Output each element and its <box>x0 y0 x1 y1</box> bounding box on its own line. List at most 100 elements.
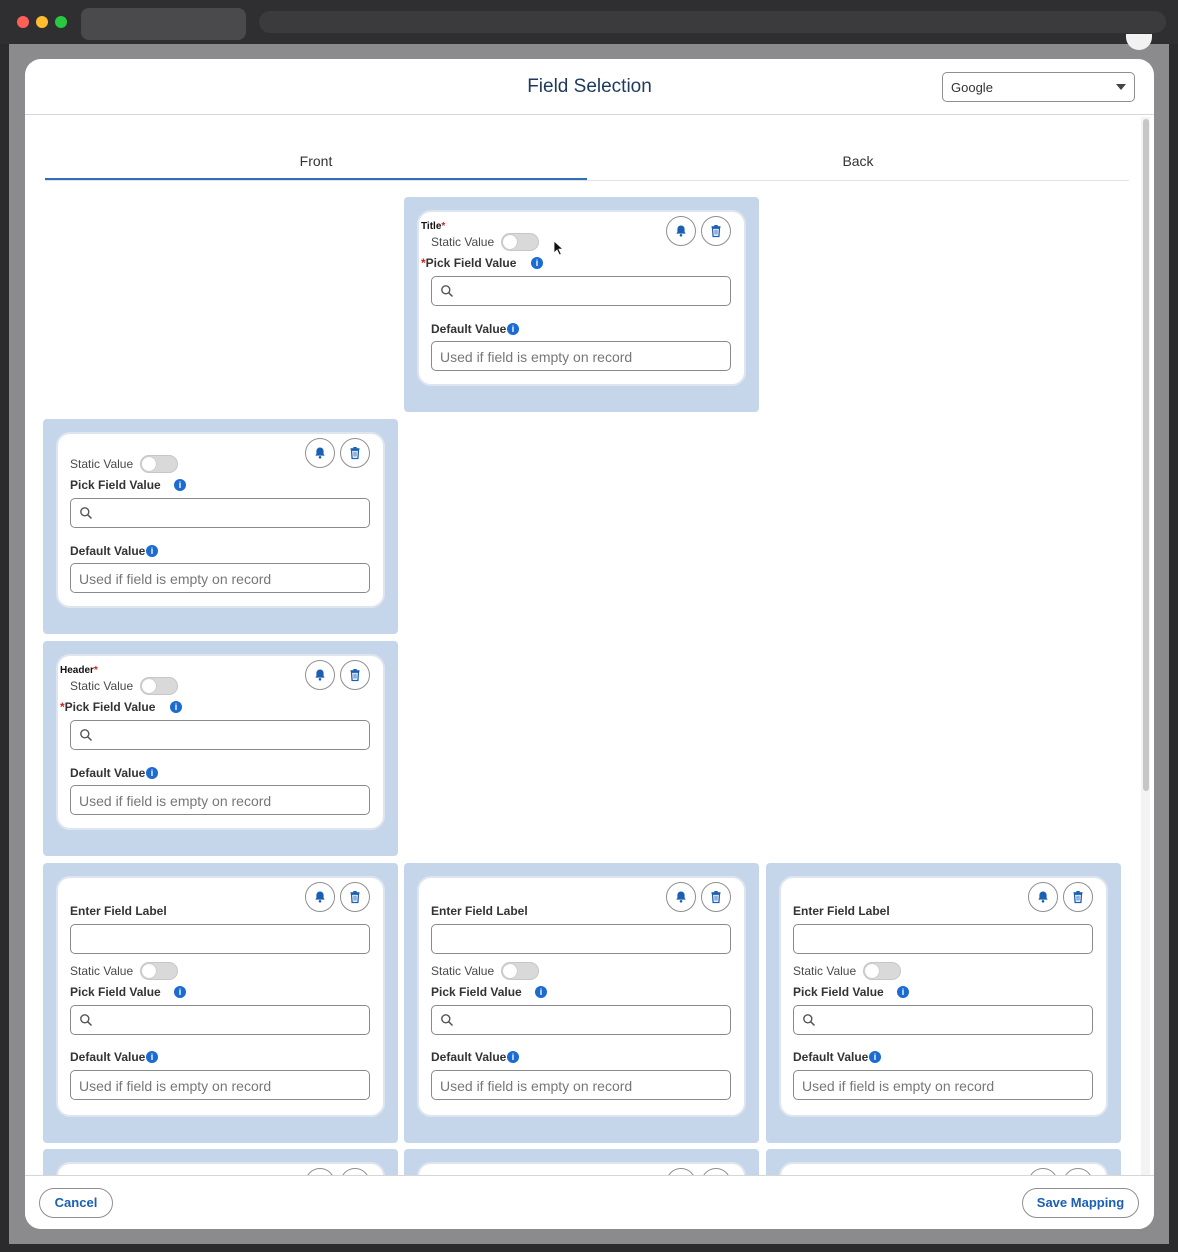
static-value-label: Static Value <box>431 964 495 978</box>
address-bar[interactable] <box>259 11 1166 33</box>
notify-button[interactable] <box>1028 882 1058 912</box>
info-icon[interactable]: i <box>869 1051 881 1063</box>
pick-field-label: Pick Field Value <box>431 985 522 999</box>
field-panel: Static Value Pick Field Value i Default Val… <box>43 419 398 634</box>
chevron-down-icon <box>1116 84 1126 90</box>
delete-button[interactable] <box>1063 882 1093 912</box>
tab-front[interactable]: Front <box>45 149 587 180</box>
custom-field-card: Enter Field Label Static Value Pick Field … <box>56 876 385 1117</box>
notify-button[interactable] <box>666 882 696 912</box>
field-card: Static Value Pick Field Value i Default Val… <box>56 432 385 608</box>
pick-field-search-input[interactable] <box>70 1005 370 1035</box>
browser-tab[interactable] <box>81 8 246 40</box>
cancel-button[interactable]: Cancel <box>39 1188 113 1218</box>
bell-icon <box>315 447 325 459</box>
pick-field-label-text: Pick Field Value <box>70 478 161 492</box>
notify-button[interactable] <box>666 216 696 246</box>
info-icon[interactable]: i <box>146 545 158 557</box>
pick-field-search-input[interactable] <box>793 1005 1093 1035</box>
default-value-label-text: Default Value <box>793 1050 869 1064</box>
toggle-knob <box>503 964 517 978</box>
toggle-knob <box>865 964 879 978</box>
tab-bar: Front Back <box>45 149 1129 181</box>
field-label-input[interactable] <box>70 924 370 954</box>
delete-button[interactable] <box>340 882 370 912</box>
default-value-input[interactable]: Used if field is empty on record <box>70 785 370 815</box>
browser-chrome <box>0 0 1178 44</box>
info-icon[interactable]: i <box>146 1051 158 1063</box>
pick-field-label: Pick Field Value <box>70 985 161 999</box>
section-label: Title* <box>421 221 445 232</box>
minimize-window-button[interactable] <box>36 16 48 28</box>
tab-back[interactable]: Back <box>587 149 1129 180</box>
required-mark: * <box>93 665 98 676</box>
default-value-label-text: Default Value <box>431 1050 507 1064</box>
default-value-label: Default Value <box>70 544 145 558</box>
trash-icon <box>1073 891 1083 904</box>
search-icon <box>441 1014 454 1027</box>
close-window-button[interactable] <box>17 16 29 28</box>
info-icon[interactable]: i <box>897 986 909 998</box>
info-icon[interactable]: i <box>531 257 543 269</box>
delete-button[interactable] <box>701 216 731 246</box>
static-value-toggle[interactable] <box>140 962 178 980</box>
field-label-input[interactable] <box>431 924 731 954</box>
notify-button[interactable] <box>305 660 335 690</box>
section-label-text: Title <box>421 221 442 232</box>
default-value-input[interactable]: Used if field is empty on record <box>793 1070 1093 1100</box>
search-icon <box>80 1014 93 1027</box>
save-mapping-button[interactable]: Save Mapping <box>1022 1188 1139 1218</box>
default-value-label: Default Value <box>431 1050 506 1064</box>
section-label: Header* <box>60 665 98 676</box>
toggle-knob <box>503 235 517 249</box>
default-value-input[interactable]: Used if field is empty on record <box>431 341 731 371</box>
maximize-window-button[interactable] <box>55 16 67 28</box>
info-icon[interactable]: i <box>170 701 182 713</box>
trash-icon <box>350 447 360 460</box>
custom-field-card: Enter Field Label Static Value Pick Field … <box>779 876 1108 1117</box>
field-label-input[interactable] <box>793 924 1093 954</box>
pick-field-search-input[interactable] <box>70 498 370 528</box>
static-value-toggle[interactable] <box>501 962 539 980</box>
static-value-toggle[interactable] <box>501 233 539 251</box>
field-card: Title* Static Value *Pick Field Value i Defa… <box>417 210 746 386</box>
bell-icon <box>676 891 686 903</box>
info-icon[interactable]: i <box>174 986 186 998</box>
default-value-label: Default Value <box>431 322 506 336</box>
info-icon[interactable]: i <box>535 986 547 998</box>
search-icon <box>441 285 454 298</box>
modal-footer: Cancel Save Mapping <box>25 1175 1154 1229</box>
static-value-toggle[interactable] <box>140 677 178 695</box>
static-value-label: Static Value <box>70 964 134 978</box>
static-value-toggle[interactable] <box>863 962 901 980</box>
default-value-input[interactable]: Used if field is empty on record <box>431 1070 731 1100</box>
enter-field-label: Enter Field Label <box>70 904 167 918</box>
static-value-toggle[interactable] <box>140 455 178 473</box>
mouse-cursor <box>553 240 565 256</box>
notify-button[interactable] <box>305 438 335 468</box>
info-icon[interactable]: i <box>507 1051 519 1063</box>
default-value-input[interactable]: Used if field is empty on record <box>70 563 370 593</box>
info-icon[interactable]: i <box>146 767 158 779</box>
pick-field-search-input[interactable] <box>431 276 731 306</box>
section-label-text: Header <box>60 665 94 676</box>
modal-header: Field Selection Google <box>25 59 1154 115</box>
notify-button[interactable] <box>305 882 335 912</box>
default-value-label-text: Default Value <box>431 322 507 336</box>
search-icon <box>80 729 93 742</box>
delete-button[interactable] <box>701 882 731 912</box>
default-value-label: Default Value <box>70 1050 145 1064</box>
scrollbar-thumb[interactable] <box>1143 119 1149 791</box>
bell-icon <box>315 891 325 903</box>
pick-field-search-input[interactable] <box>431 1005 731 1035</box>
delete-button[interactable] <box>340 660 370 690</box>
toggle-knob <box>142 679 156 693</box>
enter-field-label: Enter Field Label <box>793 904 890 918</box>
info-icon[interactable]: i <box>507 323 519 335</box>
default-value-input[interactable]: Used if field is empty on record <box>70 1070 370 1100</box>
info-icon[interactable]: i <box>174 479 186 491</box>
trash-icon <box>711 225 721 238</box>
source-select[interactable]: Google <box>942 72 1135 102</box>
delete-button[interactable] <box>340 438 370 468</box>
pick-field-search-input[interactable] <box>70 720 370 750</box>
